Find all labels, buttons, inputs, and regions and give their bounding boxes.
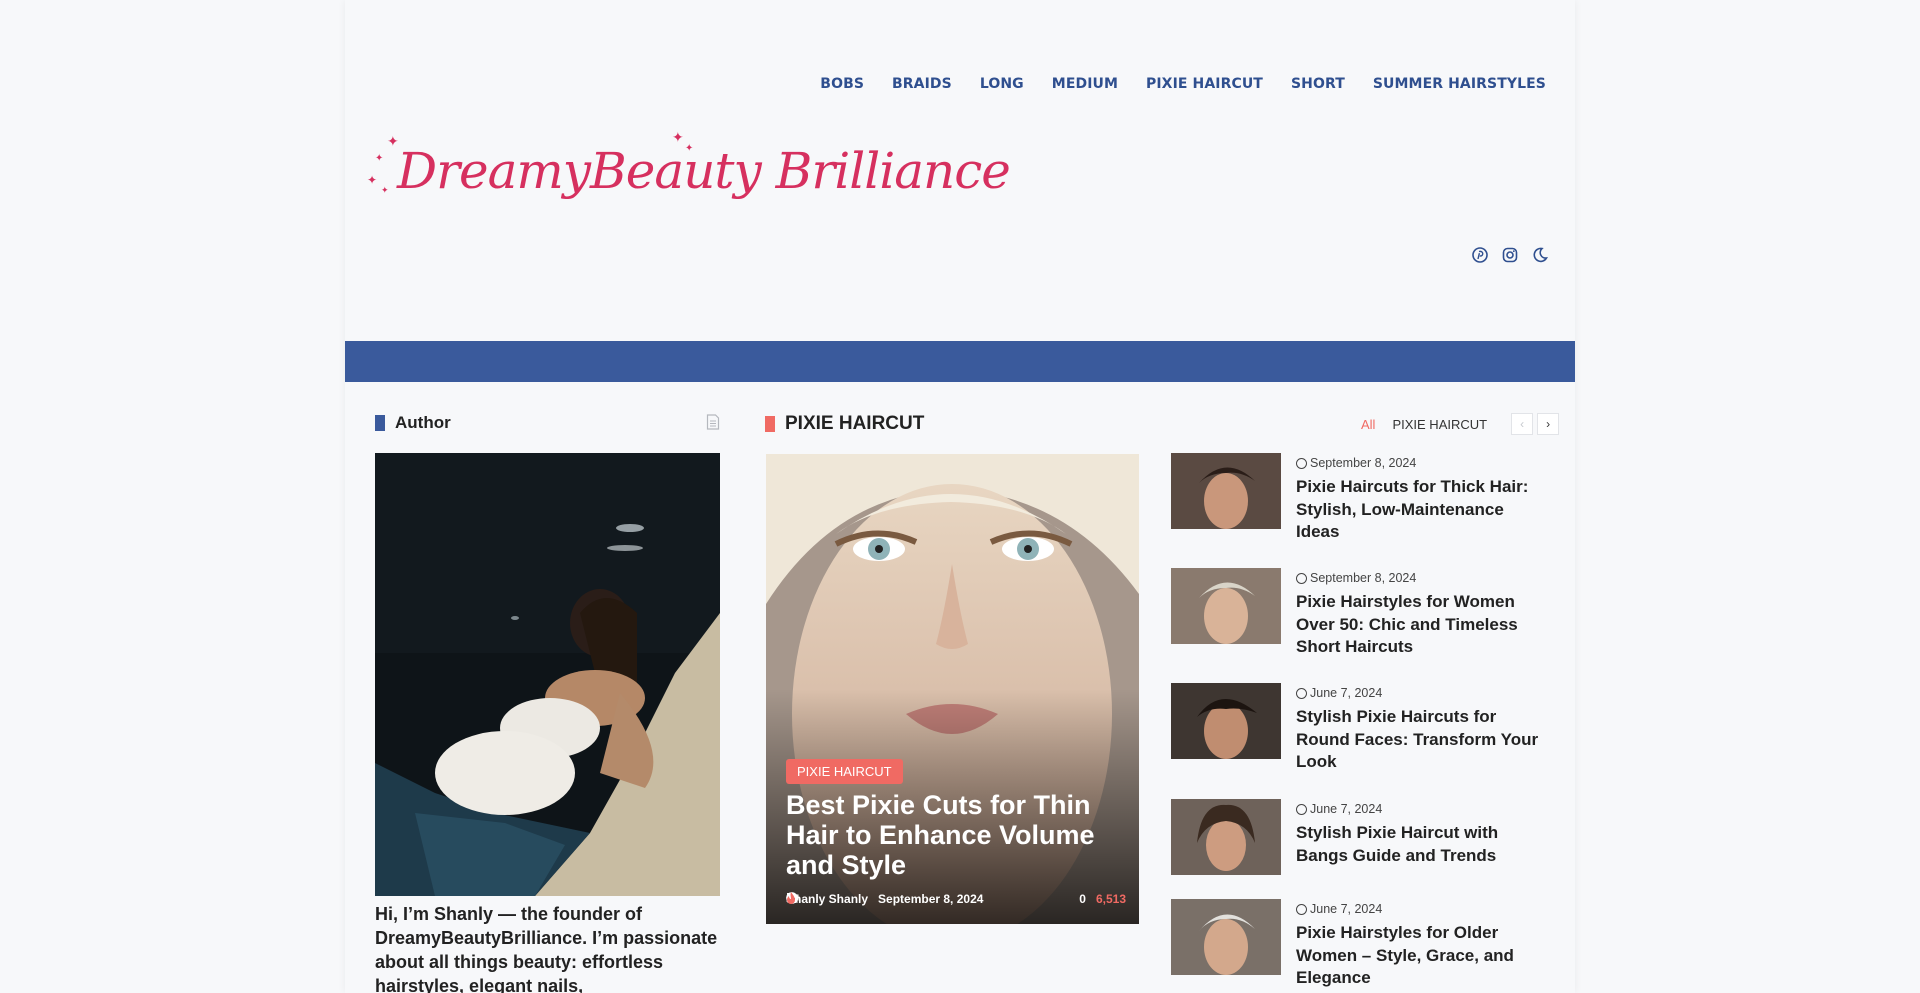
- post-date: June 7, 2024: [1296, 802, 1382, 816]
- post-thumbnail[interactable]: [1171, 899, 1281, 975]
- fire-icon: [787, 892, 795, 904]
- author-bio: Hi, I’m Shanly — the founder of DreamyBe…: [375, 904, 718, 993]
- sparkle-icon: ✦: [375, 153, 384, 164]
- post-date: September 8, 2024: [1296, 571, 1416, 585]
- logo-text: DreamyBeauty Brilliance: [397, 142, 1011, 200]
- post-thumbnail[interactable]: [1171, 453, 1281, 529]
- featured-date: September 8, 2024: [786, 892, 983, 906]
- post-title[interactable]: Pixie Hairstyles for Older Women – Style…: [1296, 922, 1546, 990]
- sparkle-icon: ✦: [367, 173, 378, 187]
- clock-icon: [1296, 572, 1307, 584]
- secondary-nav-bar: [345, 341, 1575, 382]
- post-title[interactable]: Pixie Haircuts for Thick Hair: Stylish, …: [1296, 476, 1546, 544]
- nav-summer-hairstyles[interactable]: SUMMER HAIRSTYLES: [1373, 76, 1546, 92]
- clock-icon: [1296, 903, 1307, 915]
- pixie-filter: All PIXIE HAIRCUT ‹ ›: [1361, 413, 1560, 435]
- clock-icon: [1296, 803, 1307, 815]
- featured-comments[interactable]: 0: [787, 892, 1086, 906]
- post-date: June 7, 2024: [1296, 686, 1382, 700]
- featured-views: 6,513: [787, 892, 1126, 906]
- author-photo: [375, 453, 720, 896]
- sparkle-icon: ✦: [381, 185, 389, 195]
- main-nav: BOBS BRAIDS LONG MEDIUM PIXIE HAIRCUT SH…: [792, 76, 1546, 92]
- post-title[interactable]: Pixie Hairstyles for Women Over 50: Chic…: [1296, 591, 1546, 659]
- header-icons: [1471, 246, 1549, 264]
- filter-pixie-tab[interactable]: PIXIE HAIRCUT: [1392, 417, 1487, 432]
- author-section-heading: Author: [375, 413, 451, 433]
- page-container: BOBS BRAIDS LONG MEDIUM PIXIE HAIRCUT SH…: [345, 0, 1575, 993]
- nav-long[interactable]: LONG: [980, 76, 1024, 92]
- post-title[interactable]: Stylish Pixie Haircuts for Round Faces: …: [1296, 706, 1546, 774]
- next-page-button[interactable]: ›: [1537, 413, 1560, 435]
- filter-all-tab[interactable]: All: [1361, 417, 1375, 432]
- nav-bobs[interactable]: BOBS: [820, 76, 864, 92]
- nav-braids[interactable]: BRAIDS: [892, 76, 952, 92]
- featured-meta: Shanly Shanly September 8, 2024 0 6,513: [786, 892, 1126, 906]
- pixie-heading: PIXIE HAIRCUT: [785, 413, 925, 434]
- post-title[interactable]: Stylish Pixie Haircut with Bangs Guide a…: [1296, 822, 1546, 867]
- pinterest-icon[interactable]: [1471, 246, 1489, 264]
- clock-icon: [1296, 457, 1307, 469]
- nav-short[interactable]: SHORT: [1291, 76, 1345, 92]
- post-date: September 8, 2024: [1296, 456, 1416, 470]
- post-date: June 7, 2024: [1296, 902, 1382, 916]
- featured-post[interactable]: PIXIE HAIRCUT Best Pixie Cuts for Thin H…: [766, 454, 1139, 924]
- document-icon: [706, 414, 720, 430]
- featured-title[interactable]: Best Pixie Cuts for Thin Hair to Enhance…: [786, 790, 1126, 880]
- nav-medium[interactable]: MEDIUM: [1052, 76, 1118, 92]
- featured-category-badge[interactable]: PIXIE HAIRCUT: [786, 759, 903, 784]
- post-thumbnail[interactable]: [1171, 568, 1281, 644]
- instagram-icon[interactable]: [1501, 246, 1519, 264]
- prev-page-button[interactable]: ‹: [1511, 413, 1534, 435]
- post-thumbnail[interactable]: [1171, 799, 1281, 875]
- moon-icon[interactable]: [1531, 246, 1549, 264]
- author-heading: Author: [395, 413, 451, 432]
- nav-pixie-haircut[interactable]: PIXIE HAIRCUT: [1146, 76, 1263, 92]
- site-logo[interactable]: ✦ ✦ ✦ ✦ ✦ ✦ DreamyBeauty Brilliance: [367, 128, 1011, 218]
- clock-icon: [1296, 687, 1307, 699]
- pixie-section-heading: PIXIE HAIRCUT: [765, 413, 924, 435]
- post-thumbnail[interactable]: [1171, 683, 1281, 759]
